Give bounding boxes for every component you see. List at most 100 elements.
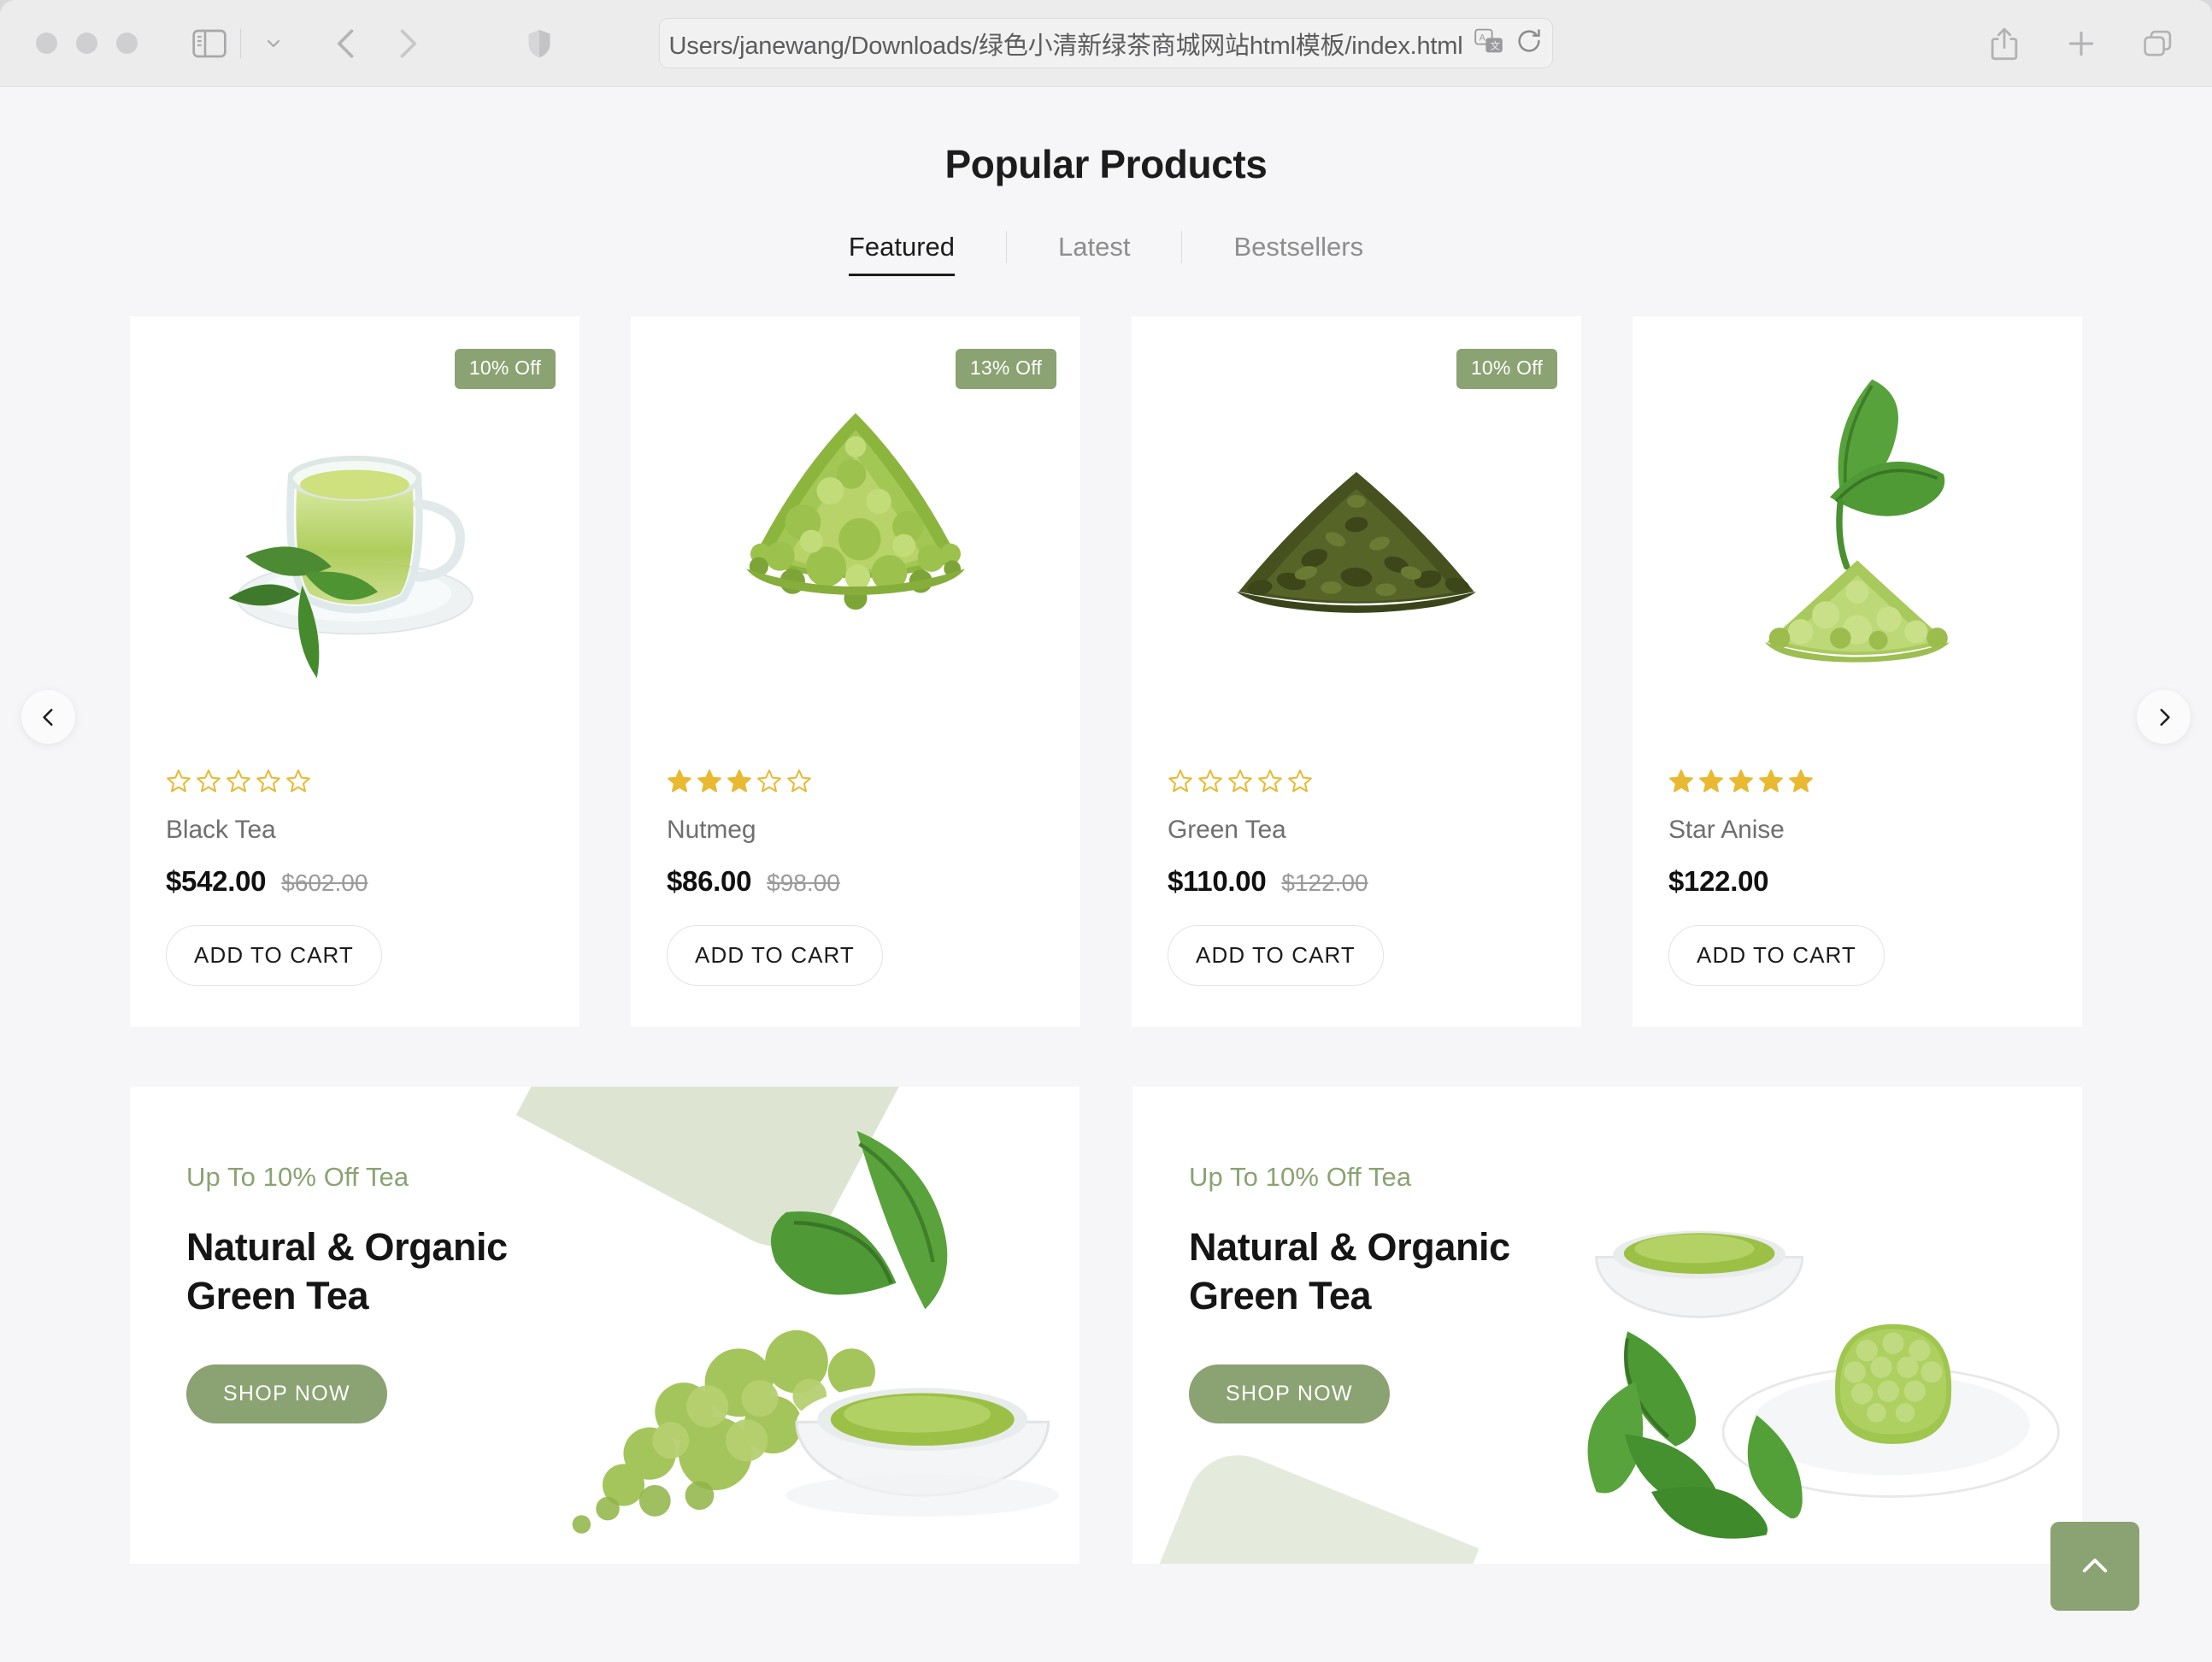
- star-icon-filled: [1699, 769, 1723, 793]
- star-icon-filled: [1669, 769, 1693, 793]
- banner-kicker: Up To 10% Off Tea: [186, 1162, 409, 1192]
- product-price: $110.00: [1168, 865, 1267, 897]
- maximize-window-button[interactable]: [116, 32, 138, 54]
- price-row: $86.00 $98.00: [667, 865, 1044, 898]
- tab-featured[interactable]: Featured: [797, 227, 1006, 276]
- price-row: $122.00: [1668, 865, 2046, 898]
- tab-overview-icon[interactable]: [2142, 27, 2174, 61]
- privacy-shield-icon[interactable]: [527, 28, 552, 59]
- product-info: Black Tea $542.00 $602.00 ADD TO CART: [130, 737, 579, 1027]
- forward-arrow-icon[interactable]: [388, 25, 426, 62]
- product-old-price: $98.00: [767, 869, 840, 896]
- carousel-next-button[interactable]: [2137, 690, 2191, 744]
- product-card[interactable]: 10% Off: [1132, 316, 1581, 1027]
- sidebar-icon[interactable]: [192, 29, 226, 58]
- promo-banners: Up To 10% Off Tea Natural & Organic Gree…: [0, 1087, 2212, 1564]
- product-name: Nutmeg: [667, 816, 756, 844]
- product-info: Nutmeg $86.00 $98.00 ADD TO CART: [631, 737, 1080, 1027]
- product-filter-tabs: Featured Latest Bestsellers: [0, 227, 2212, 276]
- add-to-cart-button[interactable]: ADD TO CART: [1168, 925, 1384, 986]
- product-carousel: 10% Off Black Tea $542.00 $602.00 ADD TO…: [0, 316, 2212, 1027]
- scroll-to-top-button[interactable]: [2050, 1522, 2139, 1611]
- add-to-cart-button[interactable]: ADD TO CART: [1668, 925, 1885, 986]
- product-card[interactable]: Star Anise $122.00 ADD TO CART: [1633, 316, 2082, 1027]
- product-info: Star Anise $122.00 ADD TO CART: [1633, 737, 2082, 1027]
- tab-bestsellers[interactable]: Bestsellers: [1182, 227, 1415, 267]
- discount-badge: 10% Off: [1456, 349, 1557, 389]
- tab-latest[interactable]: Latest: [1007, 227, 1181, 267]
- product-price: $122.00: [1668, 865, 1769, 897]
- star-icon-filled: [1789, 769, 1813, 793]
- back-arrow-icon[interactable]: [328, 25, 366, 62]
- toolbar-divider: [240, 28, 241, 58]
- price-row: $110.00 $122.00: [1168, 865, 1545, 898]
- rating-stars[interactable]: [667, 768, 1044, 793]
- close-window-button[interactable]: [36, 32, 57, 54]
- product-old-price: $122.00: [1281, 869, 1368, 896]
- browser-toolbar: Users/janewang/Downloads/绿色小清新绿茶商城网站html…: [0, 0, 2212, 87]
- shop-now-button[interactable]: SHOP NOW: [186, 1364, 387, 1424]
- product-card[interactable]: 13% Off Nutmeg $86.00 $98.00 ADD TO CART: [631, 316, 1080, 1027]
- product-name: Black Tea: [166, 816, 276, 844]
- rating-stars[interactable]: [166, 768, 544, 793]
- url-text: Users/janewang/Downloads/绿色小清新绿茶商城网站html…: [668, 32, 1463, 60]
- product-card[interactable]: 10% Off: [130, 316, 579, 1027]
- product-old-price: $602.00: [281, 869, 368, 896]
- product-price: $542.00: [166, 865, 267, 897]
- star-icon-empty: [1168, 769, 1192, 793]
- banner-content: Up To 10% Off Tea Natural & Organic Gree…: [130, 1087, 1080, 1424]
- page-content: Popular Products Featured Latest Bestsel…: [0, 88, 2212, 1662]
- chevron-down-icon[interactable]: [253, 27, 294, 61]
- star-icon-empty: [226, 769, 250, 793]
- reload-icon[interactable]: [1515, 27, 1543, 59]
- minimize-window-button[interactable]: [76, 32, 97, 54]
- svg-text:文: 文: [1491, 40, 1501, 52]
- product-image-wrap: [1633, 316, 2082, 737]
- star-icon-empty: [787, 769, 811, 793]
- chevron-up-icon: [2082, 1559, 2108, 1573]
- star-icon-empty: [286, 769, 310, 793]
- rating-stars[interactable]: [1168, 768, 1545, 793]
- share-icon[interactable]: [1988, 27, 2021, 61]
- translate-icon[interactable]: A 文: [1474, 28, 1503, 58]
- address-bar[interactable]: Users/janewang/Downloads/绿色小清新绿茶商城网站html…: [659, 18, 1553, 68]
- svg-text:A: A: [1480, 33, 1486, 44]
- plus-icon[interactable]: [2065, 27, 2097, 61]
- shop-now-button[interactable]: SHOP NOW: [1189, 1364, 1390, 1424]
- star-icon-empty: [757, 769, 781, 793]
- product-image-wrap: 10% Off: [1132, 316, 1581, 737]
- sidebar-controls: [192, 27, 294, 61]
- toolbar-right-controls: [1988, 0, 2174, 87]
- banner-decoration-shape: [1132, 1440, 1480, 1564]
- star-icon-empty: [1258, 769, 1282, 793]
- product-name: Star Anise: [1668, 816, 1785, 844]
- star-icon-filled: [1729, 769, 1753, 793]
- promo-banner[interactable]: Up To 10% Off Tea Natural & Organic Gree…: [130, 1087, 1080, 1564]
- star-icon-empty: [256, 769, 280, 793]
- add-to-cart-button[interactable]: ADD TO CART: [667, 925, 883, 986]
- product-image-matcha-with-leaves: [1764, 379, 1950, 663]
- star-icon-empty: [197, 769, 221, 793]
- discount-badge: 13% Off: [955, 349, 1056, 389]
- product-name: Green Tea: [1168, 816, 1286, 844]
- star-icon-empty: [167, 769, 191, 793]
- star-icon-filled: [727, 769, 751, 793]
- carousel-prev-button[interactable]: [21, 690, 75, 744]
- banner-title: Natural & Organic Green Tea: [1189, 1225, 1510, 1317]
- star-icon-empty: [1288, 769, 1312, 793]
- star-icon-filled: [1759, 769, 1783, 793]
- navigation-controls: [328, 25, 426, 62]
- product-info: Green Tea $110.00 $122.00 ADD TO CART: [1132, 737, 1581, 1027]
- browser-window: Users/janewang/Downloads/绿色小清新绿茶商城网站html…: [0, 0, 2212, 1662]
- banner-content: Up To 10% Off Tea Natural & Organic Gree…: [1132, 1087, 2082, 1424]
- promo-banner[interactable]: Up To 10% Off Tea Natural & Organic Gree…: [1132, 1087, 2082, 1564]
- rating-stars[interactable]: [1668, 768, 2046, 793]
- product-image-wrap: 10% Off: [130, 316, 579, 737]
- add-to-cart-button[interactable]: ADD TO CART: [166, 925, 382, 986]
- star-icon-filled: [697, 769, 721, 793]
- product-price: $86.00: [667, 865, 752, 897]
- banner-kicker: Up To 10% Off Tea: [1189, 1162, 1412, 1192]
- page-title: Popular Products: [944, 142, 1268, 186]
- discount-badge: 10% Off: [454, 349, 556, 389]
- price-row: $542.00 $602.00: [166, 865, 544, 898]
